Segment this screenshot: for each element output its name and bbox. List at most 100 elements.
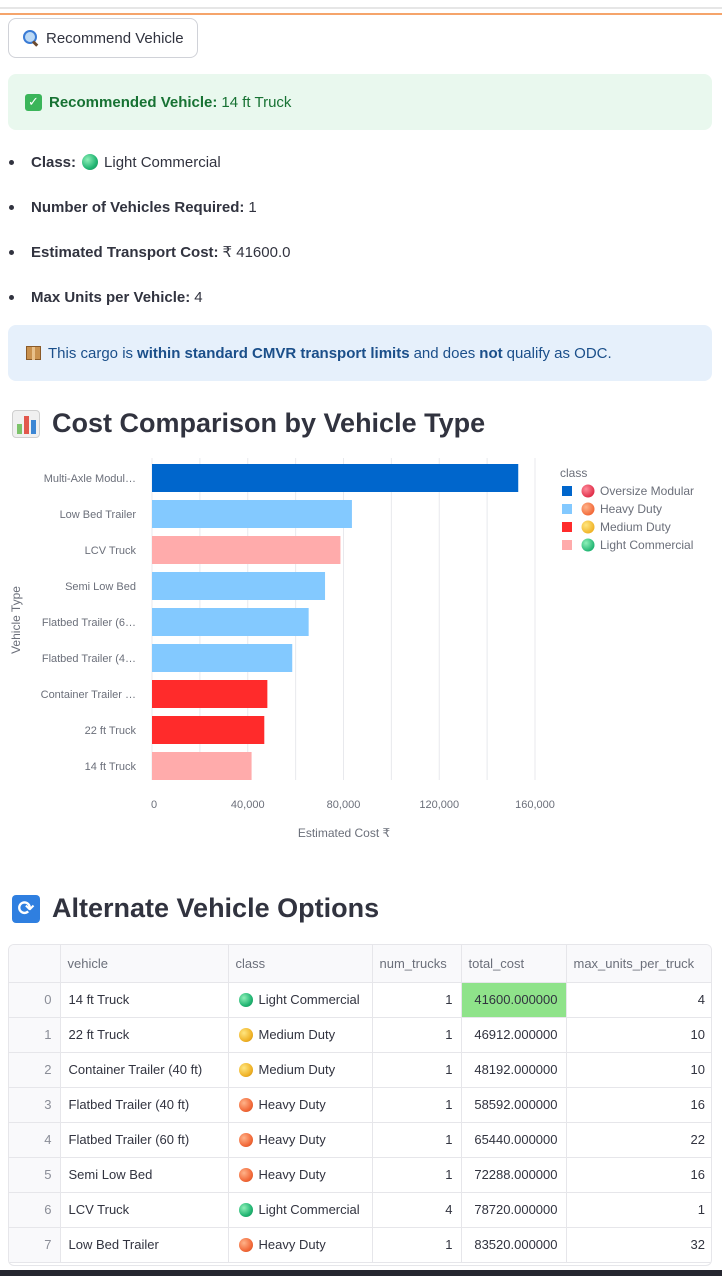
table-row[interactable]: 6 LCV Truck Light Commercial 4 78720.000000 1	[9, 1192, 711, 1228]
num-trucks-cell[interactable]: 1	[372, 1052, 462, 1088]
vehicle-cell[interactable]: LCV Truck	[60, 1192, 229, 1228]
legend-swatch[interactable]	[562, 486, 572, 496]
x-tick-label: 40,000	[231, 799, 265, 811]
recommend-vehicle-label: Recommend Vehicle	[46, 29, 184, 47]
class-cell[interactable]: Medium Duty	[228, 1052, 373, 1088]
top-divider	[0, 7, 722, 9]
max-units-cell[interactable]: 16	[566, 1157, 711, 1193]
orange-circle-icon	[581, 502, 595, 516]
index-column-header[interactable]	[9, 945, 61, 983]
table-row[interactable]: 0 14 ft Truck Light Commercial 1 41600.00000…	[9, 982, 711, 1018]
class-cell[interactable]: Light Commercial	[228, 1192, 373, 1228]
vehicle-cell[interactable]: Flatbed Trailer (60 ft)	[60, 1122, 229, 1158]
max-units-value: 4	[194, 288, 203, 306]
total-cost-cell[interactable]: 78720.000000	[461, 1192, 567, 1228]
y-tick-label: 22 ft Truck	[85, 725, 137, 737]
table-row[interactable]: 4 Flatbed Trailer (60 ft) Heavy Duty 1 65440…	[9, 1122, 711, 1158]
row-index: 1	[9, 1017, 61, 1053]
class-label: Class:	[31, 153, 77, 171]
legend-label[interactable]: Medium Duty	[600, 520, 671, 534]
num-vehicles-label: Number of Vehicles Required:	[31, 198, 245, 216]
class-value: Light Commercial	[104, 153, 221, 171]
bar[interactable]	[152, 536, 341, 564]
table-row[interactable]: 7 Low Bed Trailer Heavy Duty 1 83520.000000 3…	[9, 1227, 711, 1263]
class-cell[interactable]: Light Commercial	[228, 982, 373, 1018]
total-cost-column-header[interactable]: total_cost	[461, 945, 567, 983]
legend-label[interactable]: Light Commercial	[600, 538, 693, 552]
total-cost-cell[interactable]: 58592.000000	[461, 1087, 567, 1123]
cost-value: ₹ 41600.0	[222, 244, 291, 261]
bar[interactable]	[152, 644, 293, 672]
recommendation-value: 14 ft Truck	[221, 93, 292, 111]
bar[interactable]	[152, 680, 268, 708]
vehicle-cell[interactable]: Container Trailer (40 ft)	[60, 1052, 229, 1088]
class-text: Heavy Duty	[258, 1097, 326, 1112]
table-title: Alternate Vehicle Options	[52, 893, 380, 923]
class-cell[interactable]: Heavy Duty	[228, 1227, 373, 1263]
bar[interactable]	[152, 572, 326, 600]
total-cost-cell[interactable]: 72288.000000	[461, 1157, 567, 1193]
legend-label[interactable]: Oversize Modular	[600, 484, 694, 498]
bar[interactable]	[152, 716, 265, 744]
class-cell[interactable]: Heavy Duty	[228, 1087, 373, 1123]
total-cost-cell[interactable]: 46912.000000	[461, 1017, 567, 1053]
num-trucks-cell[interactable]: 1	[372, 1227, 462, 1263]
table-row[interactable]: 1 22 ft Truck Medium Duty 1 46912.000000 10	[9, 1017, 711, 1053]
vehicle-cell[interactable]: 14 ft Truck	[60, 982, 229, 1018]
vehicle-cell[interactable]: 22 ft Truck	[60, 1017, 229, 1053]
num-vehicles-value: 1	[248, 198, 257, 216]
y-tick-label: Multi-Axle Modul…	[44, 473, 136, 485]
num-trucks-cell[interactable]: 1	[372, 1122, 462, 1158]
vehicle-cell[interactable]: Flatbed Trailer (40 ft)	[60, 1087, 229, 1123]
max-units-cell[interactable]: 22	[566, 1122, 711, 1158]
max-units-column-header[interactable]: max_units_per_truck	[566, 945, 711, 983]
num-trucks-column-header[interactable]: num_trucks	[372, 945, 462, 983]
vehicle-cell[interactable]: Low Bed Trailer	[60, 1227, 229, 1263]
class-text: Medium Duty	[258, 1062, 336, 1077]
vehicle-cell[interactable]: Semi Low Bed	[60, 1157, 229, 1193]
table-row[interactable]: 3 Flatbed Trailer (40 ft) Heavy Duty 1 58592…	[9, 1087, 711, 1123]
legend-label[interactable]: Heavy Duty	[600, 502, 662, 516]
total-cost-cell[interactable]: 41600.000000	[461, 982, 567, 1018]
max-units-cell[interactable]: 4	[566, 982, 711, 1018]
total-cost-cell[interactable]: 83520.000000	[461, 1227, 567, 1263]
total-cost-cell[interactable]: 48192.000000	[461, 1052, 567, 1088]
green-circle-icon	[238, 1202, 253, 1217]
table-row[interactable]: 5 Semi Low Bed Heavy Duty 1 72288.000000 16	[9, 1157, 711, 1193]
max-units-cell[interactable]: 10	[566, 1052, 711, 1088]
check-icon: ✓	[25, 93, 42, 111]
bar[interactable]	[152, 608, 309, 636]
max-units-cell[interactable]: 16	[566, 1087, 711, 1123]
recommend-vehicle-button[interactable]: Recommend Vehicle	[8, 18, 198, 58]
table-row[interactable]: 2 Container Trailer (40 ft) Medium Duty 1 48…	[9, 1052, 711, 1088]
max-units-cell[interactable]: 32	[566, 1227, 711, 1263]
legend-swatch[interactable]	[562, 522, 572, 532]
class-column-header[interactable]: class	[228, 945, 373, 983]
class-cell[interactable]: Heavy Duty	[228, 1157, 373, 1193]
num-trucks-cell[interactable]: 1	[372, 982, 462, 1018]
class-text: Heavy Duty	[258, 1237, 326, 1252]
class-cell[interactable]: Medium Duty	[228, 1017, 373, 1053]
num-trucks-cell[interactable]: 1	[372, 1157, 462, 1193]
info-mid: and does	[413, 344, 476, 362]
vehicle-column-header[interactable]: vehicle	[60, 945, 229, 983]
row-index: 6	[9, 1192, 61, 1228]
max-units-cell[interactable]: 10	[566, 1017, 711, 1053]
legend-swatch[interactable]	[562, 504, 572, 514]
total-cost-cell[interactable]: 65440.000000	[461, 1122, 567, 1158]
bar[interactable]	[152, 752, 252, 780]
bar[interactable]	[152, 464, 519, 492]
max-units-cell[interactable]: 1	[566, 1192, 711, 1228]
legend-swatch[interactable]	[562, 540, 572, 550]
red-circle-icon	[581, 484, 595, 498]
chart-bars	[152, 464, 519, 780]
num-trucks-cell[interactable]: 1	[372, 1087, 462, 1123]
bar[interactable]	[152, 500, 352, 528]
cost-label: Estimated Transport Cost:	[31, 243, 219, 261]
alternate-options-table[interactable]: vehicle class num_trucks total_cost max_…	[8, 944, 712, 1266]
bullet-dot	[9, 294, 14, 300]
class-cell[interactable]: Heavy Duty	[228, 1122, 373, 1158]
num-trucks-cell[interactable]: 4	[372, 1192, 462, 1228]
num-trucks-cell[interactable]: 1	[372, 1017, 462, 1053]
bullet-dot	[9, 249, 14, 255]
